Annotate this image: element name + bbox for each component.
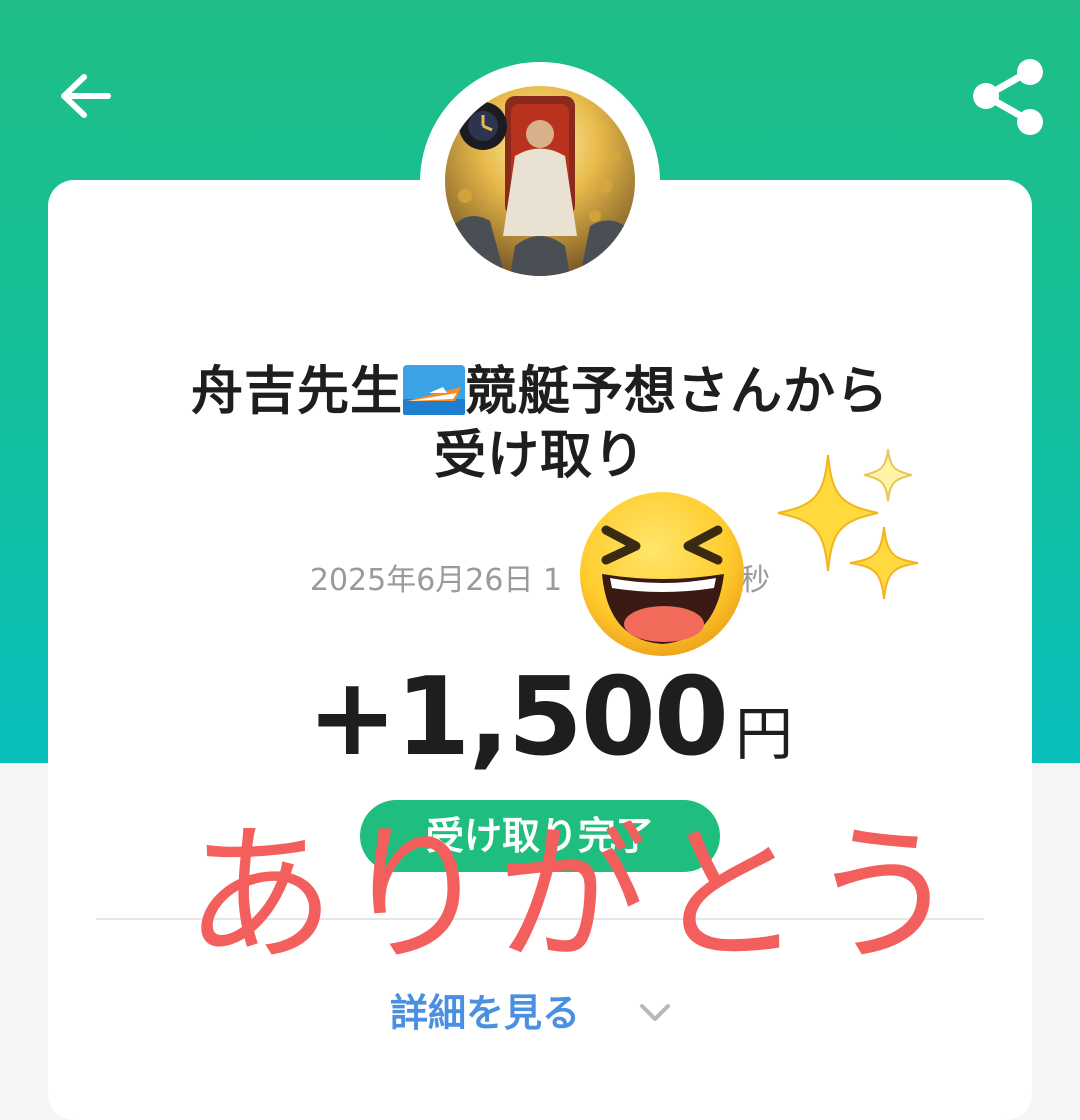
chevron-down-icon <box>640 1004 670 1021</box>
grinning-squinting-face-icon <box>580 492 744 656</box>
arrow-left-icon <box>61 74 111 118</box>
datetime-text: 2025年6月26日 1 <box>309 563 563 598</box>
share-icon <box>973 59 1043 135</box>
sparkles-icon <box>777 448 919 600</box>
back-button[interactable] <box>56 66 116 126</box>
receive-label: 受け取り <box>433 426 646 486</box>
thanks-overlay-text: ありがとう <box>185 811 966 979</box>
amount-value: +1,500 <box>306 655 729 780</box>
share-button[interactable] <box>968 58 1048 138</box>
currency-label: 円 <box>735 700 794 768</box>
avatar <box>445 86 635 276</box>
amount: +1,500 円 <box>300 655 800 780</box>
details-label: 詳細を見る <box>390 991 581 1035</box>
details-link[interactable]: 詳細を見る <box>390 985 690 1041</box>
sender-suffix: 競艇予想さんから <box>465 362 890 422</box>
speedboat-icon <box>403 365 465 415</box>
sender-name: 舟吉先生 <box>190 362 403 422</box>
